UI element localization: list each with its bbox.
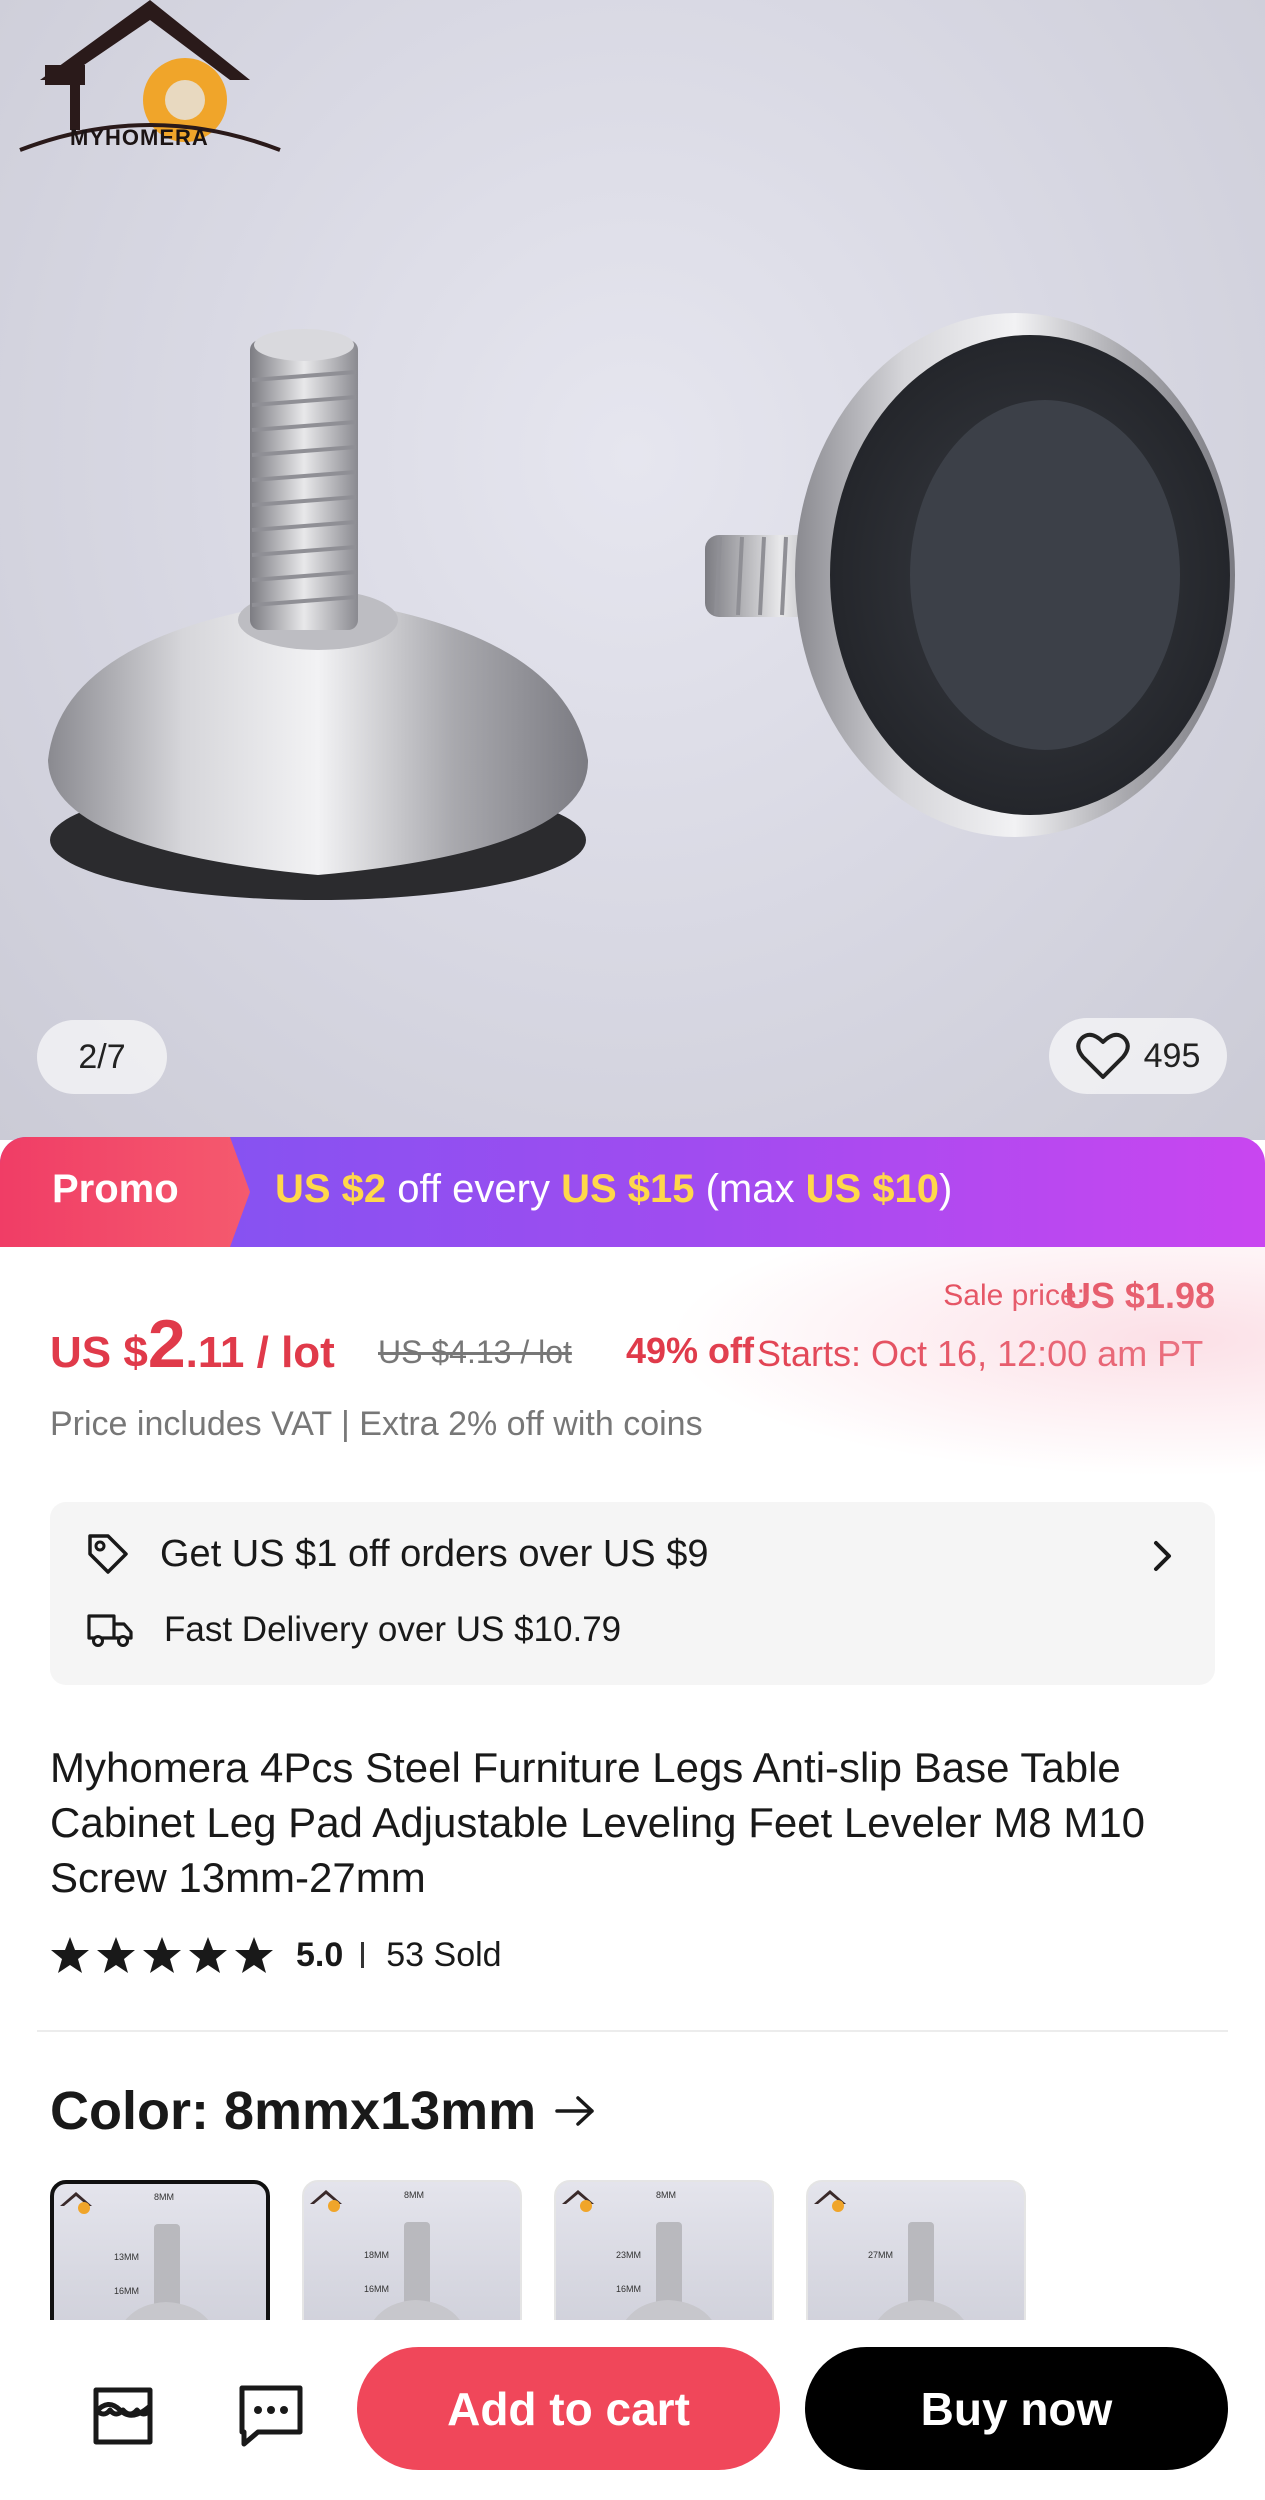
- swatch-top-label: 8MM: [656, 2190, 676, 2200]
- swatch-thumbnail: [310, 2190, 460, 2320]
- swatch-side-label: 13MM: [114, 2252, 140, 2262]
- tag-icon: [88, 1534, 128, 1574]
- wishlist-count: 495: [1143, 1036, 1201, 1075]
- sale-start-time: Starts: Oct 16, 12:00 am PT: [757, 1333, 1204, 1374]
- color-swatch[interactable]: 27MM: [806, 2180, 1026, 2320]
- sale-price: US $1.98: [1064, 1275, 1215, 1316]
- promo-max: US $10: [805, 1167, 940, 1211]
- bottom-action-bar: Add to cart Buy now: [0, 2320, 1265, 2500]
- coupon-offer-row[interactable]: Get US $1 off orders over US $9: [86, 1532, 708, 1576]
- star-icon: [143, 1937, 181, 1973]
- price-currency: US $: [50, 1328, 148, 1377]
- color-swatch[interactable]: 8MM 18MM 16MM: [302, 2180, 522, 2320]
- image-counter: 2/7: [37, 1020, 167, 1094]
- swatch-thumbnail: [814, 2190, 964, 2320]
- original-price: US $4.13 / lot: [378, 1334, 572, 1370]
- price-fraction-unit: .11 / lot: [185, 1328, 335, 1377]
- product-photo: [48, 313, 1235, 900]
- promo-tag-label: Promo: [52, 1167, 179, 1211]
- color-swatches: 8MM 13MM 16MM 8MM 18MM 16MM 8MM 23MM 16MM 27MM: [50, 2180, 1230, 2320]
- swatch-bottom-label: 16MM: [616, 2284, 642, 2294]
- price-section: Sale price: US $1.98 US $2.11 / lot US $…: [0, 1247, 1265, 1477]
- add-to-cart-button[interactable]: Add to cart: [357, 2347, 780, 2470]
- price-whole: 2: [147, 1306, 186, 1382]
- star-icon: [97, 1937, 135, 1973]
- swatch-top-label: 8MM: [404, 2190, 424, 2200]
- chevron-right-icon[interactable]: [1151, 1538, 1175, 1574]
- delivery-text: Fast Delivery over US $10.79: [164, 1610, 622, 1649]
- promo-tag: Promo: [0, 1137, 250, 1247]
- coupon-box[interactable]: Get US $1 off orders over US $9 Fast Del…: [50, 1502, 1215, 1685]
- swatch-thumbnail: [562, 2190, 712, 2320]
- brand-logo: MYHOMERA: [10, 0, 290, 160]
- star-icon: [189, 1937, 227, 1973]
- swatch-side-label: 23MM: [616, 2250, 642, 2260]
- swatch-bottom-label: 16MM: [364, 2284, 390, 2294]
- discount-badge: 49% off: [626, 1330, 755, 1371]
- promo-text-1: off every: [386, 1167, 562, 1211]
- star-icon: [235, 1937, 273, 1973]
- promo-banner[interactable]: Promo US $2 off every US $15 (max US $10…: [0, 1137, 1265, 1247]
- star-icon: [51, 1937, 89, 1973]
- rating-separator: [361, 1942, 365, 1968]
- brand-logo-text: MYHOMERA: [70, 125, 209, 150]
- color-selector-header[interactable]: Color: 8mmx13mm: [50, 2080, 598, 2142]
- delivery-truck-icon: [87, 1614, 133, 1647]
- vat-note: Price includes VAT | Extra 2% off with c…: [50, 1405, 703, 1443]
- heart-icon: [1075, 1032, 1130, 1079]
- color-swatch[interactable]: 8MM 23MM 16MM: [554, 2180, 774, 2320]
- coupon-offer-text: Get US $1 off orders over US $9: [160, 1532, 709, 1575]
- product-image-gallery[interactable]: MYHOMERA 2/7 495: [0, 0, 1265, 1140]
- sold-count: 53 Sold: [386, 1935, 502, 1974]
- section-divider: [37, 2030, 1228, 2032]
- promo-text-3: ): [939, 1167, 953, 1211]
- wishlist-button[interactable]: 495: [1049, 1018, 1227, 1094]
- swatch-thumbnail: [60, 2192, 209, 2320]
- product-title: Myhomera 4Pcs Steel Furniture Legs Anti-…: [50, 1744, 1146, 1901]
- swatch-side-label: 27MM: [868, 2250, 894, 2260]
- color-label: Color: 8mmx13mm: [50, 2081, 537, 2141]
- promo-text: US $2 off every US $15 (max US $10): [275, 1167, 952, 1212]
- swatch-bottom-label: 16MM: [114, 2286, 140, 2296]
- rating-row[interactable]: 5.0 53 Sold: [50, 1935, 502, 1975]
- color-swatch[interactable]: 8MM 13MM 16MM: [50, 2180, 270, 2320]
- buy-now-button[interactable]: Buy now: [805, 2347, 1228, 2470]
- arrow-right-icon: [555, 2096, 594, 2126]
- store-icon[interactable]: [88, 2380, 158, 2450]
- delivery-row: Fast Delivery over US $10.79: [86, 1610, 621, 1650]
- promo-threshold: US $15: [561, 1167, 695, 1211]
- swatch-top-label: 8MM: [154, 2192, 174, 2202]
- promo-text-2: (max: [694, 1167, 806, 1211]
- swatch-side-label: 18MM: [364, 2250, 390, 2260]
- promo-amount: US $2: [275, 1167, 387, 1211]
- message-icon[interactable]: [236, 2380, 306, 2450]
- current-price: US $2.11 / lot: [50, 1305, 335, 1383]
- rating-stars: [50, 1935, 274, 1975]
- sale-price-label: Sale price:: [943, 1279, 1085, 1312]
- rating-value: 5.0: [296, 1935, 344, 1974]
